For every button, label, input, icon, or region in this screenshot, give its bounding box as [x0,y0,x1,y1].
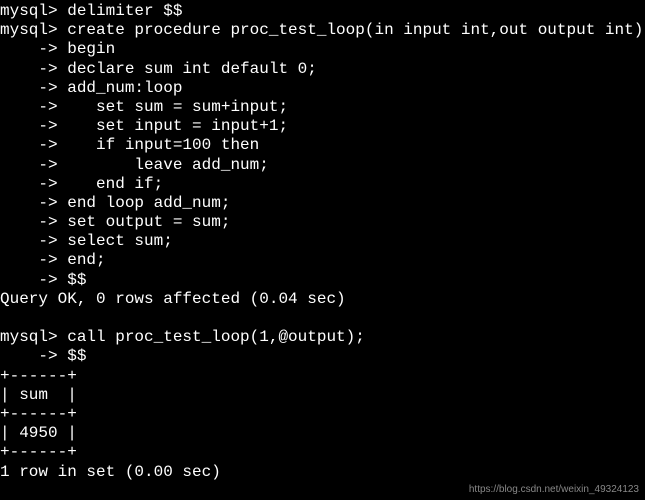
terminal-line: -> add_num:loop [0,79,645,98]
terminal-line: -> end if; [0,175,645,194]
terminal-line: -> select sum; [0,232,645,251]
terminal-line: -> end; [0,251,645,270]
terminal-line: mysql> call proc_test_loop(1,@output); [0,328,645,347]
terminal-line: -> end loop add_num; [0,194,645,213]
terminal-line: mysql> create procedure proc_test_loop(i… [0,21,645,40]
terminal-line: -> set sum = sum+input; [0,98,645,117]
terminal-line: -> $$ [0,347,645,366]
terminal-line: +------+ [0,367,645,386]
terminal-line: -> leave add_num; [0,156,645,175]
terminal-line: -> if input=100 then [0,136,645,155]
terminal-line [0,309,645,328]
terminal-line: -> declare sum int default 0; [0,60,645,79]
terminal-line: | sum | [0,386,645,405]
terminal-line: 1 row in set (0.00 sec) [0,463,645,482]
terminal-line: | 4950 | [0,424,645,443]
terminal-line: mysql> delimiter $$ [0,2,645,21]
terminal-line: Query OK, 0 rows affected (0.04 sec) [0,290,645,309]
terminal-line: +------+ [0,405,645,424]
terminal-output: mysql> delimiter $$mysql> create procedu… [0,0,645,482]
watermark-url: https://blog.csdn.net/weixin_49324123 [469,484,639,496]
terminal-line: -> $$ [0,271,645,290]
terminal-line: +------+ [0,443,645,462]
terminal-line: -> set input = input+1; [0,117,645,136]
terminal-line: -> begin [0,40,645,59]
terminal-line: -> set output = sum; [0,213,645,232]
